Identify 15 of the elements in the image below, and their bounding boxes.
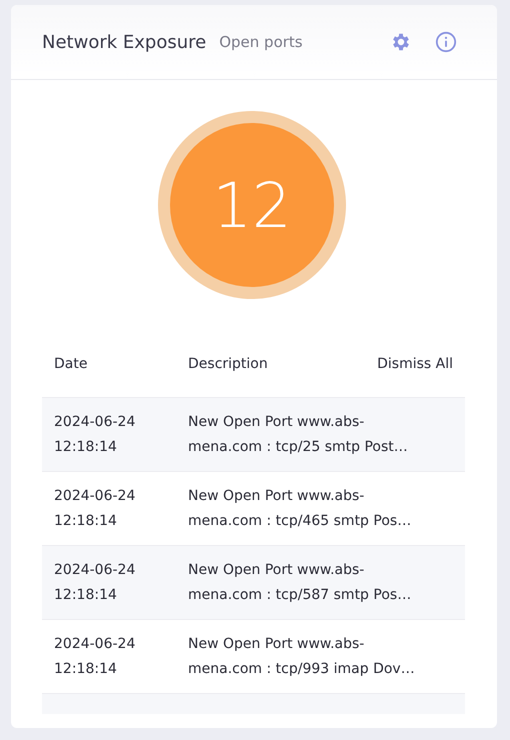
date-cell-text: 2024-06-24 12:18:14 xyxy=(54,486,136,530)
description-cell-text: New Open Port www.abs-mena.com : tcp/993 imap Dov… xyxy=(188,634,416,678)
info-icon[interactable] xyxy=(435,31,457,53)
count-badge: 12 xyxy=(170,123,334,287)
description-cell-text: New Open Port www.abs-mena.com : tcp/465 smtp Pos… xyxy=(188,486,412,530)
column-header: Description xyxy=(188,356,269,372)
dismiss-all-button[interactable]: Dismiss All xyxy=(377,356,453,372)
description-cell-text: New Open Port www.abs-mena.com : tcp/25 smtp Post… xyxy=(188,412,409,456)
card-subtitle: Open ports xyxy=(219,33,303,51)
description-cell-text: New Open Port www.abs-mena.com : tcp/587 smtp Pos… xyxy=(188,560,412,604)
column-header: Date xyxy=(54,356,88,372)
date-cell-text: 2024-06-24 12:18:14 xyxy=(54,634,136,678)
date-cell-text: 2024-06-24 12:18:14 xyxy=(54,412,136,456)
card-title: Network Exposure xyxy=(42,32,206,52)
date-cell-text: 2024-06-24 12:18:14 xyxy=(54,560,136,604)
